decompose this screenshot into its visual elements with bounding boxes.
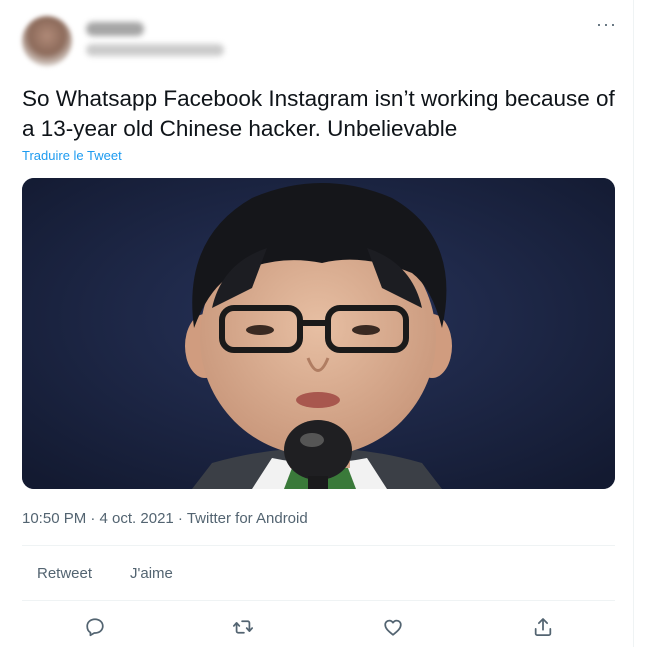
tweet-media-image[interactable] — [22, 178, 615, 489]
reply-icon — [86, 618, 104, 637]
more-options-icon[interactable]: ··· — [596, 14, 617, 35]
retweet-button[interactable] — [228, 612, 258, 642]
photo-boy-with-glasses-and-microphone — [22, 178, 615, 489]
share-button[interactable] — [528, 612, 558, 642]
handle-blurred[interactable] — [86, 44, 224, 56]
tweet-card: ··· So Whatsapp Facebook Instagram isn’t… — [0, 0, 634, 647]
reply-button[interactable] — [80, 612, 110, 642]
like-button[interactable] — [378, 612, 408, 642]
display-name-blurred[interactable] — [86, 22, 144, 36]
divider-top — [22, 545, 615, 546]
share-icon — [534, 618, 552, 636]
avatar[interactable] — [22, 16, 72, 66]
retweet-icon — [232, 620, 254, 634]
tweet-metadata[interactable]: 10:50 PM · 4 oct. 2021 · Twitter for And… — [22, 510, 308, 527]
tweet-text: So Whatsapp Facebook Instagram isn’t wor… — [22, 86, 615, 141]
divider-bottom — [22, 600, 615, 601]
tweet-actions-bar — [22, 612, 615, 642]
like-icon — [384, 619, 402, 636]
likes-link[interactable]: J'aime — [130, 565, 173, 582]
retweets-link[interactable]: Retweet — [37, 565, 92, 582]
translate-tweet-link[interactable]: Traduire le Tweet — [22, 148, 122, 163]
